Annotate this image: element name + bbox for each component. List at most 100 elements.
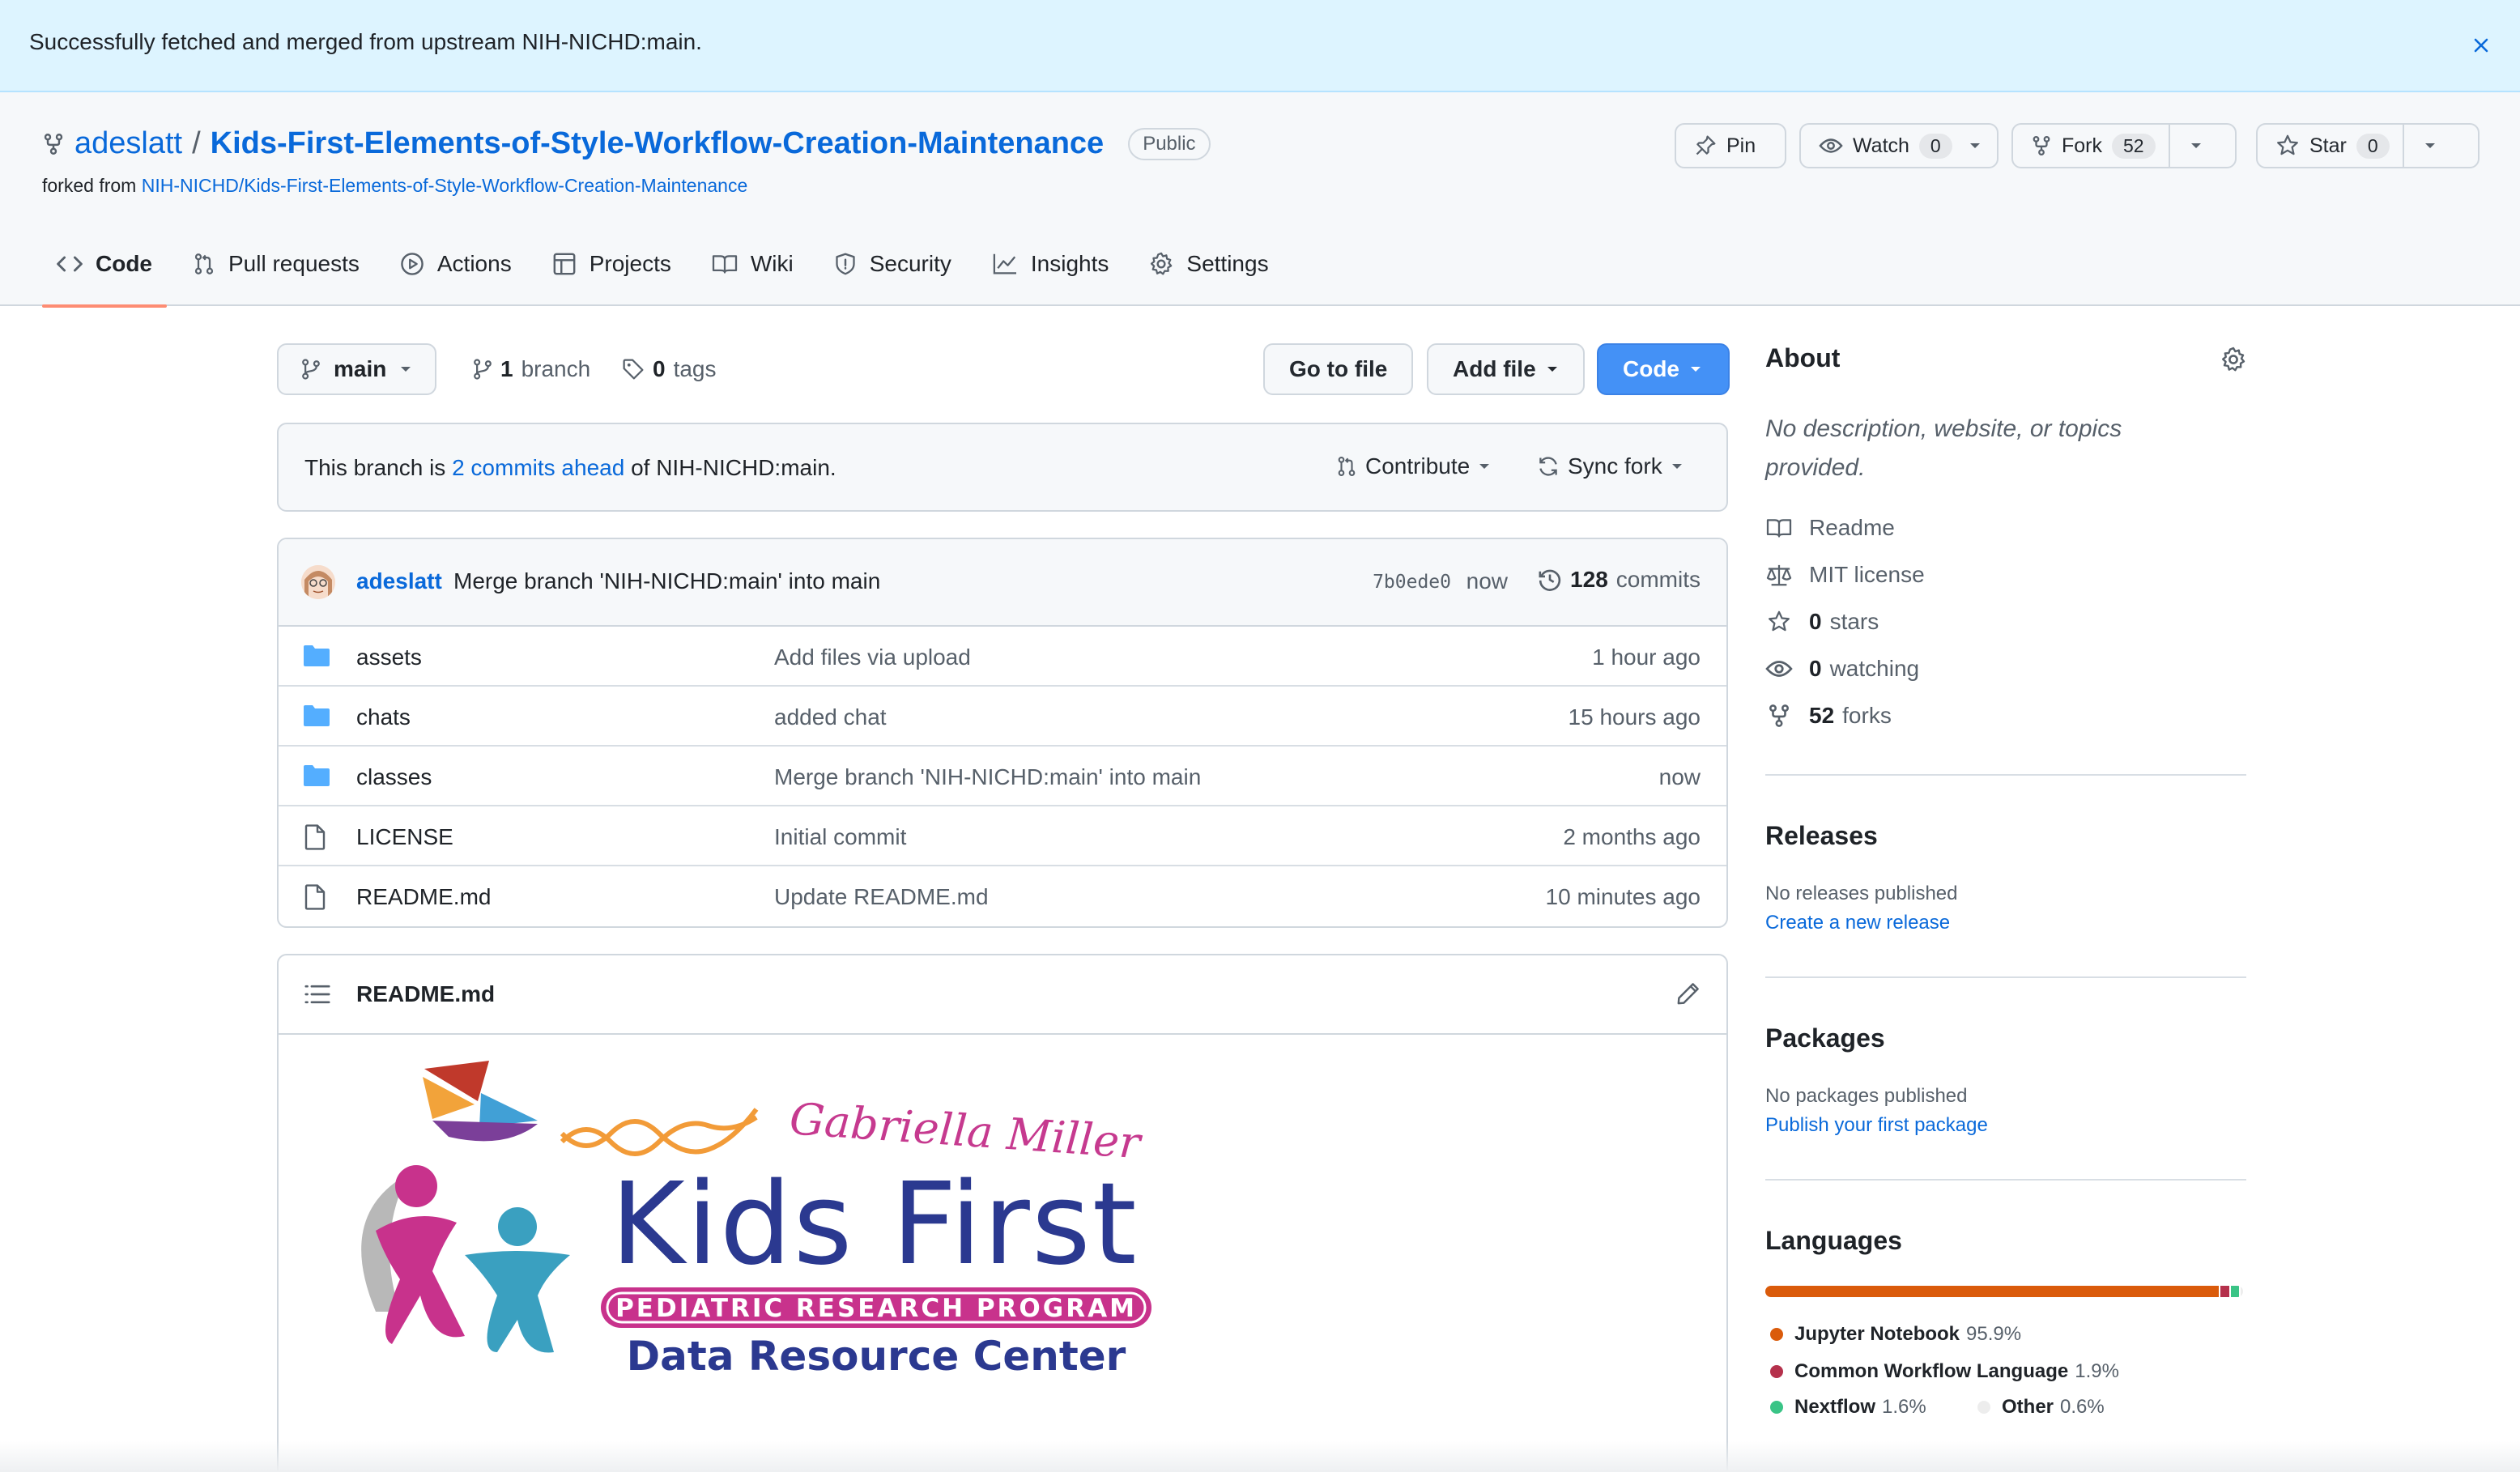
watch-button[interactable]: Watch 0 [1799,123,1999,168]
tab-security[interactable]: Security [819,241,966,293]
file-commit-link[interactable]: Update README.md [774,884,989,910]
about-stars-link[interactable]: 0 stars [1765,609,1879,635]
readme-panel: README.md Gabriella Miller Kids First PE… [277,954,1728,1472]
file-commit-link[interactable]: Initial commit [774,824,906,850]
file-row-license: LICENSE Initial commit 2 months ago [279,806,1726,866]
kids-first-logo: Gabriella Miller Kids First PEDIATRIC RE… [327,1053,1186,1409]
star-count: 0 [2356,133,2390,159]
packages-title[interactable]: Packages [1765,1023,1885,1053]
language-nextflow[interactable]: Nextflow 1.6% [1770,1396,1926,1419]
commit-time: now [1466,568,1508,593]
about-forks-link[interactable]: 52 forks [1765,703,1892,729]
tag-count-label: tags [673,356,717,381]
sync-fork-button[interactable]: Sync fork [1537,453,1684,479]
chevron-down-icon[interactable] [2424,142,2437,150]
contribute-label: Contribute [1365,453,1471,479]
pin-button[interactable]: Pin [1675,123,1786,168]
file-commit-link[interactable]: Merge branch 'NIH-NICHD:main' into main [774,764,1201,790]
commit-message-link[interactable]: Merge branch 'NIH-NICHD:main' into main [453,568,880,594]
latest-commit-row: adeslatt Merge branch 'NIH-NICHD:main' i… [279,539,1726,627]
tab-code[interactable]: Code [42,241,167,308]
gear-icon[interactable] [2220,347,2246,372]
star-button[interactable]: Star 0 [2256,123,2480,168]
language-other[interactable]: Other 0.6% [1977,1396,2105,1419]
publish-package-link[interactable]: Publish your first package [1765,1114,1988,1137]
tab-wiki[interactable]: Wiki [697,241,808,293]
language-percent: 1.6% [1882,1396,1926,1418]
add-file-button[interactable]: Add file [1427,343,1585,395]
file-name-link[interactable]: chats [356,704,411,730]
repo-tabs: Code Pull requests Actions Projects Wiki… [42,241,1295,308]
commit-sha-link[interactable]: 7b0ede0 [1373,572,1451,593]
language-percent: 95.9% [1966,1323,2022,1345]
language-bar [1765,1286,2243,1297]
tags-link[interactable]: 0 tags [622,356,717,382]
file-name-link[interactable]: assets [356,645,422,670]
language-name: Nextflow [1794,1396,1876,1418]
main-content: main 1 branch 0 tags Go to file Add file… [277,343,1730,1472]
fork-button[interactable]: Fork 52 [2011,123,2237,168]
file-name-link[interactable]: LICENSE [356,824,453,850]
about-license-link[interactable]: MIT license [1765,562,1925,588]
file-age: 10 minutes ago [1545,884,1701,909]
go-to-file-button[interactable]: Go to file [1263,343,1414,395]
commits-history-link[interactable]: 128 commits [1538,567,1701,593]
go-to-file-label: Go to file [1289,356,1388,381]
file-row-assets: assets Add files via upload 1 hour ago [279,627,1726,687]
about-item-count: 0 [1809,656,1822,681]
tab-label: Insights [1030,251,1109,276]
file-name-link[interactable]: classes [356,764,432,790]
avatar[interactable] [301,565,335,599]
releases-title[interactable]: Releases [1765,821,1878,851]
tab-label: Code [96,251,152,276]
button-divider [2168,125,2170,167]
logo-main-text: Kids First [611,1159,1139,1291]
file-commit-link[interactable]: added chat [774,704,887,730]
contribute-button[interactable]: Contribute [1336,453,1491,479]
forked-from-prefix: forked from [42,175,137,196]
tab-actions[interactable]: Actions [385,241,526,293]
language-jupyter[interactable]: Jupyter Notebook 95.9% [1770,1323,2021,1346]
code-button[interactable]: Code [1597,343,1730,395]
logo-script-text: Gabriella Miller [788,1093,1144,1168]
branches-link[interactable]: 1 branch [473,356,590,382]
language-name: Jupyter Notebook [1794,1323,1960,1345]
watch-count: 0 [1918,133,1952,159]
repo-owner-link[interactable]: adeslatt [74,126,182,161]
branch-select-button[interactable]: main [277,343,437,395]
graph-icon [992,253,1018,275]
about-watching-link[interactable]: 0 watching [1765,656,1919,682]
repo-name-link[interactable]: Kids-First-Elements-of-Style-Workflow-Cr… [211,126,1105,161]
tab-label: Settings [1186,251,1269,276]
language-name: Other [2002,1396,2054,1418]
pin-icon [1694,134,1717,157]
forked-from-link[interactable]: NIH-NICHD/Kids-First-Elements-of-Style-W… [142,175,748,196]
create-release-link[interactable]: Create a new release [1765,912,1950,934]
about-readme-link[interactable]: Readme [1765,515,1895,541]
tag-icon [622,358,645,381]
tab-insights[interactable]: Insights [977,241,1124,293]
about-item-count: 52 [1809,703,1835,728]
chevron-down-icon[interactable] [1969,142,1982,150]
list-icon[interactable] [304,983,330,1006]
file-icon [303,824,327,850]
file-commit-link[interactable]: Add files via upload [774,645,971,670]
close-icon[interactable] [2465,29,2497,62]
about-item-label: stars [1829,609,1879,634]
chevron-down-icon[interactable] [2190,142,2203,150]
commit-author-link[interactable]: adeslatt [356,568,442,594]
eye-icon [1819,136,1843,155]
tab-projects[interactable]: Projects [538,241,686,293]
folder-icon [303,704,330,727]
language-cwl[interactable]: Common Workflow Language 1.9% [1770,1360,2119,1383]
table-icon [552,252,577,276]
file-name-link[interactable]: README.md [356,884,491,910]
commits-ahead-link[interactable]: 2 commits ahead [452,455,624,480]
tab-pull-requests[interactable]: Pull requests [178,241,374,293]
file-age: 15 hours ago [1568,704,1701,730]
watch-label: Watch [1853,134,1909,157]
pencil-icon[interactable] [1676,981,1701,1006]
about-item-label: watching [1829,656,1920,681]
tab-settings[interactable]: Settings [1134,241,1283,293]
file-age: 1 hour ago [1592,645,1701,670]
